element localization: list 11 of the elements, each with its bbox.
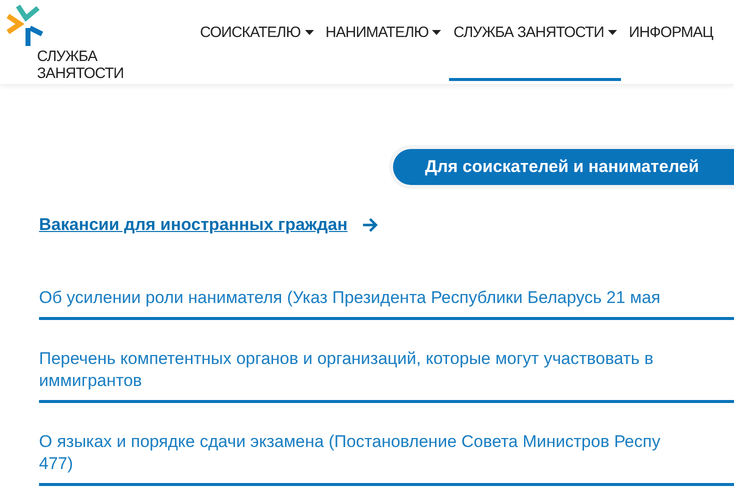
featured-link[interactable]: Вакансии для иностранных граждан (39, 215, 348, 235)
document-link[interactable]: О языках и порядке сдачи экзамена (Постановление Совета Министров Респу 477) (39, 427, 734, 486)
nav-item[interactable]: НАНИМАТЕЛЮ (322, 0, 446, 81)
nav-item[interactable]: ИНФОРМАЦ (624, 0, 718, 81)
document-link[interactable]: Перечень компетентных органов и организаций, которые могут участвовать в иммигрантов (39, 344, 734, 403)
logo-text: СЛУЖБА ЗАНЯТОСТИ (37, 48, 125, 82)
arrow-right-icon[interactable] (362, 217, 378, 233)
document-link[interactable]: Об усилении роли нанимателя (Указ Президента Республики Беларусь 21 мая (39, 283, 734, 320)
nav-item[interactable]: СЛУЖБА ЗАНЯТОСТИ (449, 0, 621, 81)
nav-item[interactable]: СОИСКАТЕЛЮ (196, 0, 318, 81)
section-button[interactable]: Для соискателей и нанимателей (393, 149, 734, 185)
